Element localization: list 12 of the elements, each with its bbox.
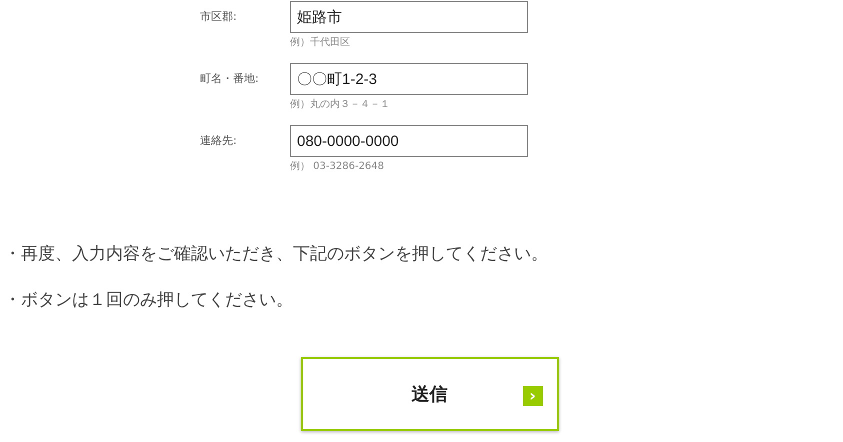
- field-label: 市区郡:: [200, 9, 238, 25]
- submit-button[interactable]: 送信 ›: [300, 357, 558, 431]
- field-label: 連絡先:: [200, 133, 238, 149]
- example-hint: 例）千代田区: [290, 36, 351, 50]
- instruction-text: ・ボタンは１回のみ押してください。: [4, 289, 294, 311]
- example-hint: 例）丸の内３－４－１: [290, 98, 391, 112]
- field-label: 町名・番地:: [200, 71, 260, 87]
- instruction-text: ・再度、入力内容をご確認いただき、下記のボタンを押してください。: [4, 243, 549, 265]
- example-hint: 例） 03-3286-2648: [290, 160, 386, 174]
- input-field[interactable]: 〇〇町1-2-3: [290, 63, 528, 95]
- input-field[interactable]: 姫路市: [290, 1, 528, 33]
- input-field[interactable]: 080-0000-0000: [290, 125, 528, 157]
